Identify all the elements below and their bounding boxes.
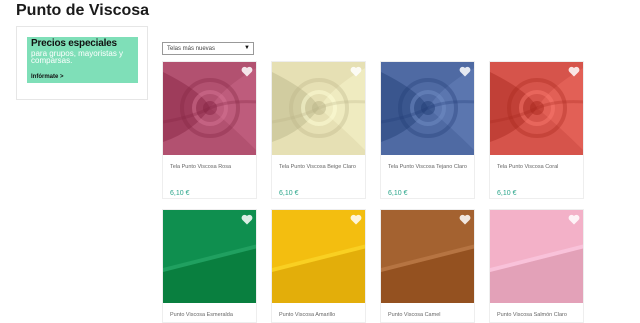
product-image[interactable] [381,62,474,155]
product-card[interactable]: Punto Viscosa Esmeralda [162,209,257,323]
triangle-down-icon: ▼ [244,45,250,51]
product-card[interactable]: Tela Punto Viscosa Tejano Claro 6,10 € [380,61,475,199]
product-name[interactable]: Tela Punto Viscosa Beige Claro [279,163,361,171]
product-card[interactable]: Punto Viscosa Camel [380,209,475,323]
product-image[interactable] [272,62,365,155]
heart-icon[interactable] [459,66,471,77]
product-image[interactable] [272,210,365,303]
promo-link[interactable]: Infórmate > [31,74,64,80]
heart-icon[interactable] [350,66,362,77]
promo-title: Precios especiales [31,38,117,49]
sort-select-value: Telas más nuevas [167,46,216,52]
heart-icon[interactable] [350,214,362,225]
sort-select[interactable]: Telas más nuevas ▼ [162,42,254,55]
product-image[interactable] [381,210,474,303]
heart-icon[interactable] [568,214,580,225]
heart-icon[interactable] [568,66,580,77]
product-price: 6,10 € [497,190,517,197]
product-image[interactable] [163,210,256,303]
product-name[interactable]: Tela Punto Viscosa Tejano Claro [388,163,470,171]
product-image[interactable] [490,62,583,155]
product-name[interactable]: Punto Viscosa Salmón Claro [497,311,579,319]
product-card[interactable]: Tela Punto Viscosa Coral 6,10 € [489,61,584,199]
product-image[interactable] [163,62,256,155]
product-image[interactable] [490,210,583,303]
product-card[interactable]: Tela Punto Viscosa Beige Claro 6,10 € [271,61,366,199]
page-title: Punto de Viscosa [16,2,150,19]
product-name[interactable]: Tela Punto Viscosa Coral [497,163,579,171]
product-price: 6,10 € [388,190,408,197]
promo-box[interactable]: Precios especiales para grupos, mayorist… [16,26,148,100]
heart-icon[interactable] [241,214,253,225]
product-price: 6,10 € [170,190,190,197]
product-name[interactable]: Punto Viscosa Camel [388,311,470,319]
product-name[interactable]: Tela Punto Viscosa Rosa [170,163,252,171]
promo-subtitle: para grupos, mayoristas y comparsas. [31,49,124,65]
product-price: 6,10 € [279,190,299,197]
heart-icon[interactable] [459,214,471,225]
product-name[interactable]: Punto Viscosa Esmeralda [170,311,252,319]
product-name[interactable]: Punto Viscosa Amarillo [279,311,361,319]
product-card[interactable]: Tela Punto Viscosa Rosa 6,10 € [162,61,257,199]
heart-icon[interactable] [241,66,253,77]
product-card[interactable]: Punto Viscosa Salmón Claro [489,209,584,323]
product-card[interactable]: Punto Viscosa Amarillo [271,209,366,323]
promo-banner[interactable]: Precios especiales para grupos, mayorist… [27,37,138,83]
